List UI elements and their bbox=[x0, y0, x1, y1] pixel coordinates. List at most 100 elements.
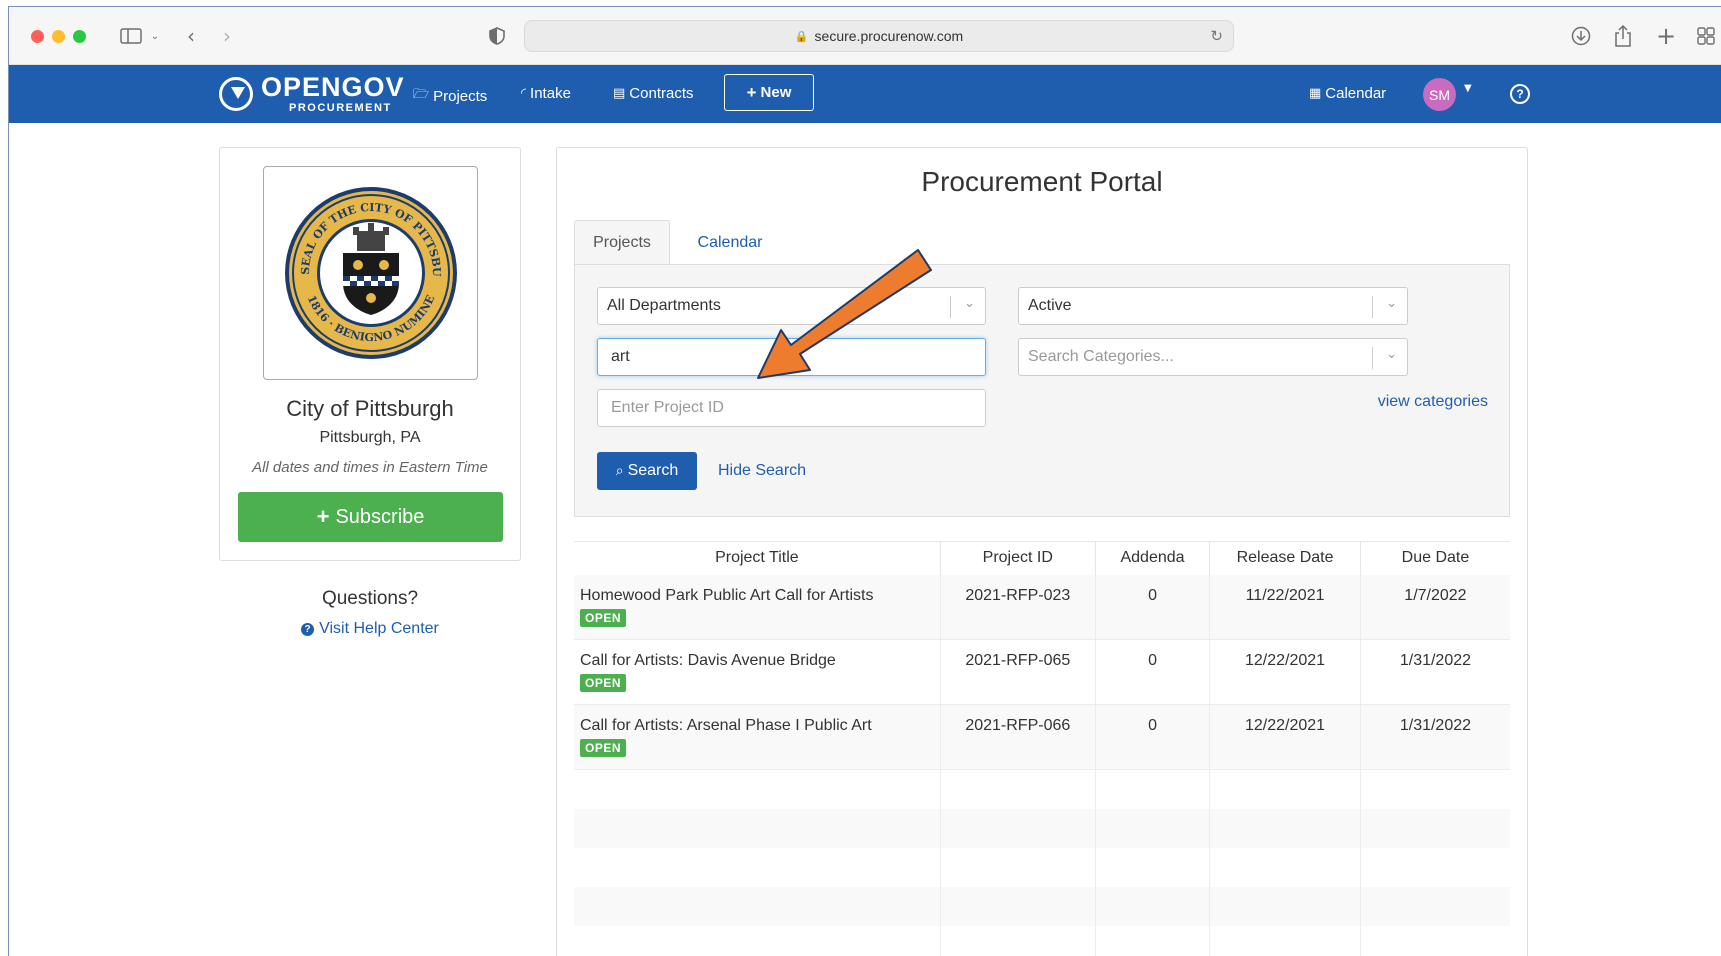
nav-projects-label: Projects bbox=[433, 87, 488, 105]
categories-placeholder: Search Categories... bbox=[1028, 348, 1174, 365]
search-input[interactable]: art bbox=[597, 338, 986, 376]
calendar-icon: ▦ bbox=[1309, 86, 1322, 101]
opengov-logo[interactable]: OPENGOV PROCUREMENT bbox=[219, 71, 405, 117]
due-date: 1/31/2022 bbox=[1359, 639, 1510, 705]
project-title-cell[interactable]: Call for Artists: Arsenal Phase I Public… bbox=[574, 704, 941, 770]
column-header-due[interactable]: Due Date bbox=[1359, 541, 1510, 575]
download-icon[interactable] bbox=[1570, 21, 1592, 51]
empty-row bbox=[574, 886, 1510, 926]
url-text: secure.procurenow.com bbox=[814, 28, 964, 44]
addenda-count: 0 bbox=[1094, 574, 1210, 640]
department-value: All Departments bbox=[607, 297, 721, 314]
project-title[interactable]: Homewood Park Public Art Call for Artist… bbox=[580, 587, 940, 605]
status-badge: OPEN bbox=[580, 608, 627, 627]
organization-name: City of Pittsburgh bbox=[286, 396, 454, 421]
nav-contracts-label: Contracts bbox=[629, 85, 694, 102]
address-bar[interactable]: 🔒 secure.procurenow.com ↻ bbox=[524, 20, 1234, 52]
browser-toolbar: ⌄ ‹ › 🔒 secure.procurenow.com ↻ + bbox=[9, 7, 1721, 65]
subscribe-label: Subscribe bbox=[335, 505, 425, 528]
search-button-label: Search bbox=[627, 462, 679, 479]
share-icon[interactable] bbox=[1612, 21, 1634, 51]
categories-select[interactable]: Search Categories... ⌄ bbox=[1018, 338, 1408, 376]
minimize-window-button[interactable] bbox=[52, 30, 65, 43]
organization-card: THE SEAL OF THE CITY OF PITTSBURGH 1816 … bbox=[219, 147, 521, 561]
tab-calendar[interactable]: Calendar bbox=[670, 220, 790, 265]
column-header-release[interactable]: Release Date bbox=[1209, 541, 1361, 575]
empty-row bbox=[574, 808, 1510, 848]
lock-icon: 🔒 bbox=[794, 30, 809, 43]
project-id-input[interactable]: Enter Project ID bbox=[597, 389, 986, 427]
addenda-count: 0 bbox=[1094, 639, 1210, 705]
project-title[interactable]: Call for Artists: Davis Avenue Bridge bbox=[580, 652, 940, 670]
project-id: 2021-RFP-023 bbox=[939, 574, 1096, 640]
project-title-cell[interactable]: Call for Artists: Davis Avenue Bridge OP… bbox=[574, 639, 941, 705]
view-categories-link[interactable]: view categories bbox=[1378, 393, 1488, 411]
search-icon: ⌕ bbox=[615, 463, 624, 479]
nav-intake-label: Intake bbox=[530, 85, 571, 102]
release-date: 12/22/2021 bbox=[1209, 639, 1361, 705]
project-id: 2021-RFP-066 bbox=[939, 704, 1096, 770]
nav-intake[interactable]: ◜ Intake bbox=[521, 85, 571, 102]
empty-row bbox=[574, 769, 1510, 809]
visit-help-center-label: Visit Help Center bbox=[319, 620, 439, 637]
table-row[interactable]: Call for Artists: Davis Avenue Bridge OP… bbox=[574, 639, 1510, 705]
due-date: 1/7/2022 bbox=[1359, 574, 1510, 640]
question-circle-icon: ? bbox=[301, 622, 315, 636]
visit-help-center-link[interactable]: ? Visit Help Center bbox=[219, 620, 521, 638]
timezone-note: All dates and times in Eastern Time bbox=[252, 459, 488, 476]
search-panel: All Departments ⌄ Active ⌄ art Search Ca… bbox=[574, 264, 1510, 517]
help-icon[interactable]: ? bbox=[1510, 84, 1530, 104]
privacy-shield-icon[interactable] bbox=[487, 21, 507, 51]
chevron-down-icon[interactable]: ⌄ bbox=[148, 21, 162, 51]
questions-heading: Questions? bbox=[321, 588, 419, 609]
project-id: 2021-RFP-065 bbox=[939, 639, 1096, 705]
project-id-placeholder: Enter Project ID bbox=[611, 399, 724, 416]
table-row[interactable]: Homewood Park Public Art Call for Artist… bbox=[574, 574, 1510, 640]
sidebar-toggle-icon[interactable] bbox=[119, 21, 143, 51]
forward-icon[interactable]: › bbox=[217, 21, 237, 51]
back-icon[interactable]: ‹ bbox=[181, 21, 201, 51]
table-row[interactable]: Call for Artists: Arsenal Phase I Public… bbox=[574, 704, 1510, 770]
rss-icon: ◜ bbox=[521, 86, 527, 101]
nav-calendar[interactable]: ▦ Calendar bbox=[1309, 85, 1386, 102]
status-value: Active bbox=[1028, 297, 1072, 314]
department-select[interactable]: All Departments ⌄ bbox=[597, 287, 986, 325]
nav-projects[interactable]: 🗁 Projects bbox=[413, 85, 487, 107]
search-button[interactable]: ⌕ Search bbox=[597, 452, 697, 490]
tab-projects[interactable]: Projects bbox=[574, 220, 670, 265]
chevron-down-icon: ⌄ bbox=[1386, 347, 1397, 362]
new-button[interactable]: + New bbox=[724, 74, 814, 111]
new-tab-icon[interactable]: + bbox=[1655, 21, 1677, 51]
document-icon: ▤ bbox=[613, 86, 626, 101]
reload-icon[interactable]: ↻ bbox=[1210, 27, 1223, 45]
column-header-id[interactable]: Project ID bbox=[939, 541, 1096, 575]
app-navbar: OPENGOV PROCUREMENT 🗁 Projects ◜ Intake … bbox=[9, 65, 1721, 123]
user-avatar[interactable]: SM bbox=[1423, 78, 1456, 111]
chevron-down-icon: ⌄ bbox=[1386, 296, 1397, 311]
search-input-value: art bbox=[611, 348, 630, 365]
chevron-down-icon: ⌄ bbox=[964, 296, 975, 311]
addenda-count: 0 bbox=[1094, 704, 1210, 770]
column-header-addenda[interactable]: Addenda bbox=[1094, 541, 1210, 575]
chevron-down-icon[interactable]: ▼ bbox=[1464, 83, 1472, 94]
subscribe-button[interactable]: + Subscribe bbox=[238, 492, 503, 542]
procurement-portal-panel: Procurement Portal Projects Calendar All… bbox=[556, 147, 1528, 956]
brand-name: OPENGOV bbox=[261, 72, 405, 102]
status-select[interactable]: Active ⌄ bbox=[1018, 287, 1408, 325]
release-date: 12/22/2021 bbox=[1209, 704, 1361, 770]
new-button-label: New bbox=[760, 84, 792, 101]
zoom-window-button[interactable] bbox=[73, 30, 86, 43]
plus-icon: + bbox=[316, 504, 330, 529]
brand-subtitle: PROCUREMENT bbox=[289, 102, 392, 114]
hide-search-link[interactable]: Hide Search bbox=[718, 462, 806, 480]
close-window-button[interactable] bbox=[31, 30, 44, 43]
nav-contracts[interactable]: ▤ Contracts bbox=[613, 85, 694, 102]
project-title-cell[interactable]: Homewood Park Public Art Call for Artist… bbox=[574, 574, 941, 640]
page-title: Procurement Portal bbox=[921, 166, 1163, 197]
column-header-title[interactable]: Project Title bbox=[574, 541, 941, 575]
due-date: 1/31/2022 bbox=[1359, 704, 1510, 770]
projects-table: Project Title Project ID Addenda Release… bbox=[574, 541, 1510, 956]
project-title[interactable]: Call for Artists: Arsenal Phase I Public… bbox=[580, 717, 940, 735]
tab-overview-icon[interactable] bbox=[1695, 21, 1717, 51]
folder-open-icon: 🗁 bbox=[413, 87, 430, 102]
